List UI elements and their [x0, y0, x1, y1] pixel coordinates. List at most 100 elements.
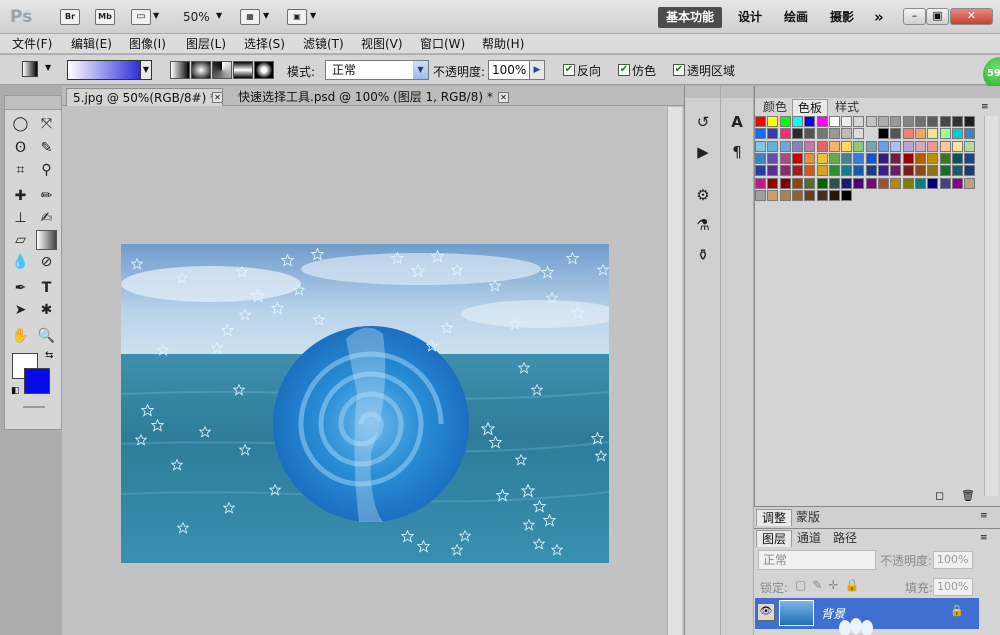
- color-swatch[interactable]: [804, 116, 816, 127]
- vertical-scrollbar[interactable]: [667, 107, 682, 635]
- mini-bridge-panel-icon[interactable]: ⚗: [690, 213, 716, 237]
- color-swatch[interactable]: [914, 116, 926, 127]
- menu-select[interactable]: 选择(S): [244, 35, 285, 53]
- lasso-tool-icon[interactable]: ʘ: [10, 138, 31, 158]
- color-swatch[interactable]: [951, 165, 963, 177]
- color-swatch[interactable]: [878, 140, 889, 152]
- tab-masks[interactable]: 蒙版: [791, 509, 825, 526]
- dock-grip[interactable]: [721, 86, 753, 98]
- color-swatch[interactable]: [853, 128, 865, 140]
- color-swatch[interactable]: [964, 177, 976, 189]
- zoom-tool-icon[interactable]: 🔍: [36, 326, 57, 346]
- chevron-down-icon[interactable]: ▼: [263, 11, 269, 20]
- color-swatch[interactable]: [841, 128, 853, 140]
- workspace-painting[interactable]: 绘画: [776, 7, 816, 28]
- color-swatch[interactable]: [791, 152, 803, 164]
- actions-panel-icon[interactable]: ▶: [690, 140, 716, 164]
- color-swatch[interactable]: [853, 152, 865, 164]
- color-swatch[interactable]: [927, 165, 939, 177]
- color-swatch[interactable]: [767, 128, 779, 140]
- color-swatch[interactable]: [791, 165, 803, 177]
- mini-bridge-button[interactable]: Mb: [95, 9, 115, 25]
- color-swatch[interactable]: [804, 177, 816, 189]
- clone-source-panel-icon[interactable]: ⚱: [690, 243, 716, 267]
- color-swatch[interactable]: [914, 140, 926, 152]
- color-swatch[interactable]: [878, 128, 889, 140]
- color-swatch[interactable]: [890, 152, 902, 164]
- menu-edit[interactable]: 编辑(E): [71, 35, 112, 53]
- color-swatch[interactable]: [964, 128, 976, 140]
- color-swatch[interactable]: [816, 165, 828, 177]
- more-workspaces-button[interactable]: »: [866, 7, 892, 28]
- history-panel-icon[interactable]: ↺: [690, 110, 716, 134]
- fill-input[interactable]: 100%: [933, 578, 973, 596]
- color-swatch[interactable]: [902, 116, 914, 127]
- color-swatch[interactable]: [804, 189, 816, 201]
- color-swatch[interactable]: [804, 140, 816, 152]
- menu-image[interactable]: 图像(I): [129, 35, 166, 53]
- transparency-checkbox[interactable]: ✔: [673, 64, 685, 76]
- linear-gradient-button[interactable]: [170, 61, 190, 79]
- tab-styles[interactable]: 样式: [830, 99, 864, 116]
- color-swatch[interactable]: [853, 116, 865, 127]
- color-swatch[interactable]: [939, 128, 951, 140]
- color-swatch[interactable]: [791, 140, 803, 152]
- gradient-tool-icon[interactable]: [36, 230, 57, 250]
- color-swatch[interactable]: [927, 140, 939, 152]
- eye-icon[interactable]: 👁: [757, 603, 775, 621]
- chevron-down-icon[interactable]: ▼: [45, 63, 51, 72]
- lock-icons[interactable]: ▢✎✛🔒: [795, 578, 865, 592]
- color-swatch[interactable]: [779, 128, 791, 140]
- tab-color[interactable]: 颜色: [758, 99, 792, 116]
- reverse-checkbox[interactable]: ✔: [563, 64, 575, 76]
- color-swatch[interactable]: [779, 152, 791, 164]
- angle-gradient-button[interactable]: [212, 61, 232, 79]
- color-swatch[interactable]: [816, 189, 828, 201]
- panel-grip[interactable]: [755, 86, 1000, 98]
- gradient-picker-arrow[interactable]: ▼: [140, 60, 152, 80]
- color-swatch[interactable]: [853, 140, 865, 152]
- maximize-button[interactable]: ▣: [926, 8, 949, 25]
- arrange-documents-icon[interactable]: ▦: [240, 9, 260, 25]
- blend-mode-select[interactable]: 正常: [758, 550, 876, 570]
- tab-paths[interactable]: 路径: [828, 530, 862, 547]
- color-swatch[interactable]: [878, 177, 889, 189]
- chevron-down-icon[interactable]: ▼: [216, 11, 222, 20]
- menu-window[interactable]: 窗口(W): [420, 35, 465, 53]
- color-swatch[interactable]: [902, 152, 914, 164]
- color-swatch[interactable]: [791, 177, 803, 189]
- dock-grip[interactable]: [685, 86, 720, 98]
- tab-layers[interactable]: 图层: [756, 530, 793, 547]
- color-swatch[interactable]: [816, 116, 828, 127]
- color-swatch[interactable]: [964, 165, 976, 177]
- color-swatch[interactable]: [939, 140, 951, 152]
- color-swatch[interactable]: [841, 152, 853, 164]
- delete-swatch-icon[interactable]: 🗑: [961, 489, 975, 502]
- color-swatch[interactable]: [902, 128, 914, 140]
- new-swatch-icon[interactable]: ◻: [935, 489, 944, 502]
- color-swatch[interactable]: [939, 116, 951, 127]
- color-swatch[interactable]: [939, 165, 951, 177]
- color-swatch[interactable]: [779, 165, 791, 177]
- color-swatch[interactable]: [939, 177, 951, 189]
- panel-menu-icon[interactable]: ≡: [981, 102, 989, 112]
- color-swatch[interactable]: [767, 165, 779, 177]
- color-swatch[interactable]: [779, 189, 791, 201]
- hand-tool-icon[interactable]: ✋: [10, 326, 31, 346]
- tab-adjustments[interactable]: 调整: [756, 509, 793, 526]
- layer-opacity-input[interactable]: 100%: [933, 551, 973, 569]
- color-swatch[interactable]: [902, 177, 914, 189]
- color-swatch[interactable]: [853, 177, 865, 189]
- diamond-gradient-button[interactable]: [254, 61, 274, 79]
- zoom-level[interactable]: 50%: [183, 10, 210, 24]
- color-swatch[interactable]: [902, 140, 914, 152]
- color-swatch[interactable]: [951, 116, 963, 127]
- color-swatch[interactable]: [927, 152, 939, 164]
- tab-swatches[interactable]: 色板: [792, 99, 829, 116]
- marquee-tool-icon[interactable]: ◯: [10, 114, 31, 134]
- radial-gradient-button[interactable]: [191, 61, 211, 79]
- swap-colors-icon[interactable]: ⇆: [45, 350, 53, 361]
- color-swatch[interactable]: [791, 189, 803, 201]
- color-swatch[interactable]: [755, 189, 766, 201]
- color-swatch[interactable]: [853, 165, 865, 177]
